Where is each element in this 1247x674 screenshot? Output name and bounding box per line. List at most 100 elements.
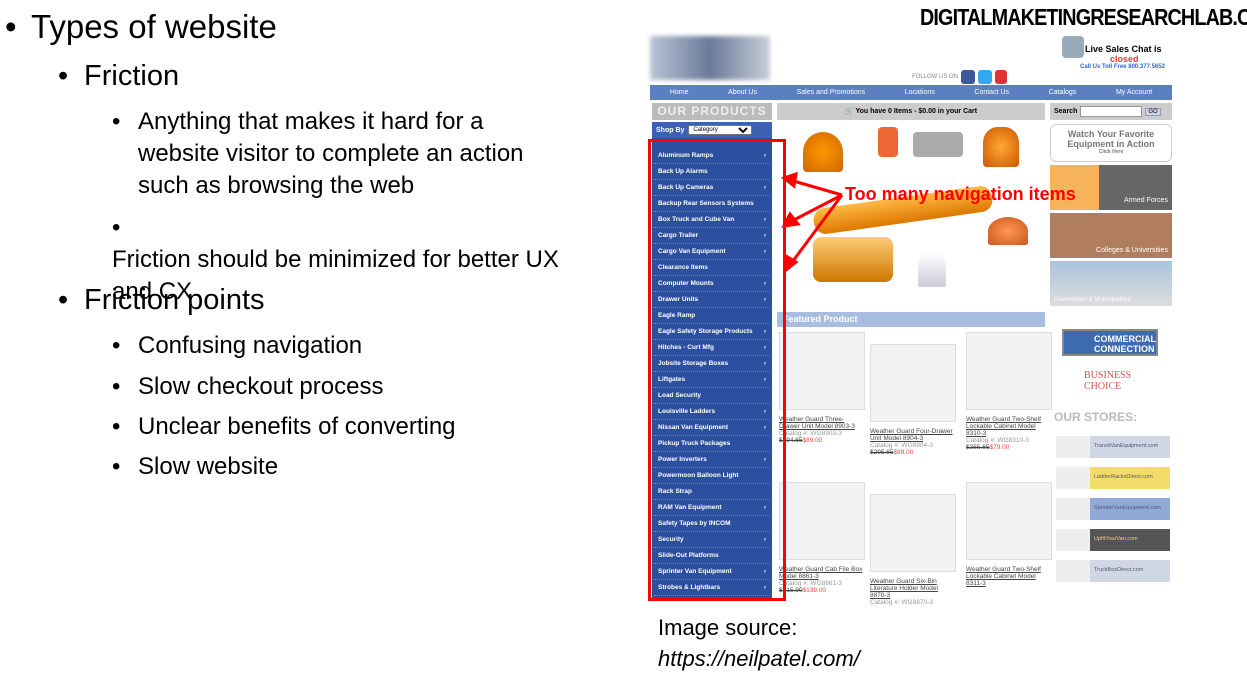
store-link[interactable]: SprinterVanEquipment.com [1056, 498, 1170, 520]
product-catalog: Catalog #: WG8870-3 [870, 599, 933, 606]
nav-item[interactable]: Locations [905, 89, 935, 96]
sale-price: $139.00 [802, 587, 827, 594]
cart-bar[interactable]: 🛒 You have 0 Items - $0.00 in your Cart [777, 103, 1045, 120]
old-price: $295.65 [870, 449, 894, 456]
search-input[interactable] [1080, 106, 1143, 117]
bullet: • Slow checkout process [112, 373, 384, 400]
site-logo [650, 36, 770, 80]
product-image [870, 494, 956, 572]
store-link[interactable]: UpfitYourVan.com [1056, 529, 1170, 551]
product-name[interactable]: Weather Guard Cab File Box Model 8861-3 [779, 566, 865, 580]
featured-header: Featured Product [777, 312, 1045, 327]
bullet: • Anything that makes it hard for a websi… [112, 106, 612, 202]
product-image [870, 344, 956, 422]
product-name[interactable]: Weather Guard Six-Bin Literature Holder … [870, 578, 956, 599]
search-label: Search [1054, 108, 1078, 115]
product-catalog: Catalog #: WG8310-3 [966, 437, 1029, 444]
store-link[interactable]: TransitVanEquipment.com [1056, 436, 1170, 458]
twitter-icon [978, 70, 993, 84]
store-link[interactable]: LadderRacksDirect.com [1056, 467, 1170, 489]
store-name: TransitVanEquipment.com [1094, 443, 1159, 449]
annotation-text: Too many navigation items [845, 184, 1076, 204]
beacon-image [918, 252, 946, 287]
sale-price: $89.00 [802, 437, 823, 444]
ad-text: Watch Your Favorite Equipment in Action [1067, 129, 1155, 149]
store-name: SprinterVanEquipment.com [1094, 505, 1161, 511]
product-image [779, 332, 865, 410]
ad-text: COMMERCIAL CONNECTION [1094, 334, 1156, 354]
arrowhead [781, 211, 801, 228]
live-chat: Live Sales Chat is closed Call Us Toll F… [1060, 36, 1172, 70]
nav-item[interactable]: Home [670, 89, 689, 96]
arrow-1 [789, 178, 843, 197]
arrowhead [780, 171, 798, 189]
go-button[interactable]: GO [1145, 107, 1161, 116]
caption-link[interactable]: https://neilpatel.com/ [658, 643, 860, 674]
sale-price: $89.00 [893, 449, 914, 456]
gm-ad[interactable]: BUSINESS CHOICE [1068, 370, 1168, 395]
bullet-text: Anything that makes it hard for a websit… [138, 108, 524, 199]
phone: Call Us Toll Free 800.377.5652 [1080, 64, 1165, 70]
bullet-types-of-website: • Types of website [5, 8, 277, 45]
category-select[interactable]: Category [688, 125, 753, 135]
nav-item[interactable]: My Account [1116, 89, 1152, 96]
store-name: TruckBoxDirect.com [1094, 567, 1144, 573]
product-card[interactable]: Weather Guard Four-Drawer Unit Model 890… [870, 344, 956, 456]
colleges-ad[interactable]: Colleges & Universities [1050, 213, 1172, 258]
product-name[interactable]: Weather Guard Two-Shelf Lockable Cabinet… [966, 566, 1052, 587]
store-link[interactable]: TruckBoxDirect.com [1056, 560, 1170, 582]
product-catalog: Catalog #: WG8903-3 [779, 430, 842, 437]
bullet: • Confusing navigation [112, 332, 363, 359]
products-header: OUR PRODUCTS [652, 103, 772, 120]
bullet-text: Slow checkout process [138, 373, 384, 400]
government-ad[interactable]: Government & Municipalities [1050, 261, 1172, 306]
ad-text: BUSINESS CHOICE [1084, 370, 1132, 392]
youtube-icon [995, 70, 1008, 84]
bullet: • Unclear benefits of converting [112, 413, 456, 440]
product-card[interactable]: Weather Guard Six-Bin Literature Holder … [870, 494, 956, 606]
product-card[interactable]: Weather Guard Two-Shelf Lockable Cabinet… [966, 332, 1052, 451]
bullet-text: Friction [84, 60, 180, 92]
image-caption: Image source: https://neilpatel.com/ [658, 612, 860, 674]
brand-logo: DIGITALMAKETINGRESEARCHLAB.COM [920, 4, 1247, 30]
product-catalog: Catalog #: WG8904-3 [870, 442, 933, 449]
store-name: UpfitYourVan.com [1094, 536, 1138, 542]
nav-item[interactable]: Sales and Promotions [797, 89, 865, 96]
chat-label: Live Sales Chat is [1085, 44, 1162, 54]
bullet-text: Confusing navigation [138, 332, 363, 359]
bullet-text: Slow website [138, 453, 279, 480]
shop-by-label: Shop By [656, 126, 685, 134]
ad-text: Government & Municipalities [1054, 297, 1131, 303]
bullet-friction-points: • Friction points [58, 284, 265, 316]
search-bar: Search GO [1050, 103, 1172, 120]
product-card[interactable]: Weather Guard Two-Shelf Lockable Cabinet… [966, 482, 1052, 587]
beacon-image [983, 127, 1019, 167]
shop-by: Shop By Category [652, 122, 772, 138]
ford-ad[interactable]: COMMERCIAL CONNECTION [1062, 329, 1158, 356]
arrow-3 [788, 194, 844, 266]
nav-item[interactable]: About Us [728, 89, 757, 96]
nav-item[interactable]: Contact Us [974, 89, 1009, 96]
store-name: LadderRacksDirect.com [1094, 474, 1153, 480]
ad-click: Click Here [1098, 149, 1124, 155]
product-name[interactable]: Weather Guard Two-Shelf Lockable Cabinet… [966, 416, 1052, 437]
chat-status: closed [1110, 54, 1139, 64]
bullet-text: Unclear benefits of converting [138, 413, 456, 440]
caption-label: Image source: [658, 615, 798, 640]
ad-text: Colleges & Universities [1096, 247, 1168, 254]
product-catalog: Catalog #: WG8861-3 [779, 580, 842, 587]
product-card[interactable]: Weather Guard Three-Drawer Unit Model 89… [779, 332, 865, 444]
watch-ad[interactable]: Watch Your Favorite Equipment in Action C… [1050, 124, 1172, 162]
product-name[interactable]: Weather Guard Three-Drawer Unit Model 89… [779, 416, 865, 430]
switch-box-image [913, 132, 963, 157]
follow-label: FOLLOW US ON [912, 74, 959, 80]
chat-agent-icon [1062, 36, 1084, 58]
product-name[interactable]: Weather Guard Four-Drawer Unit Model 890… [870, 428, 956, 442]
ad-text: Armed Forces [1124, 197, 1168, 204]
strobe-image [878, 127, 898, 157]
product-card[interactable]: Weather Guard Cab File Box Model 8861-3 C… [779, 482, 865, 594]
bullet-text: Friction points [84, 284, 265, 316]
arrow-2 [789, 193, 843, 224]
nav-item[interactable]: Catalogs [1049, 89, 1077, 96]
beacon-image [803, 132, 843, 172]
